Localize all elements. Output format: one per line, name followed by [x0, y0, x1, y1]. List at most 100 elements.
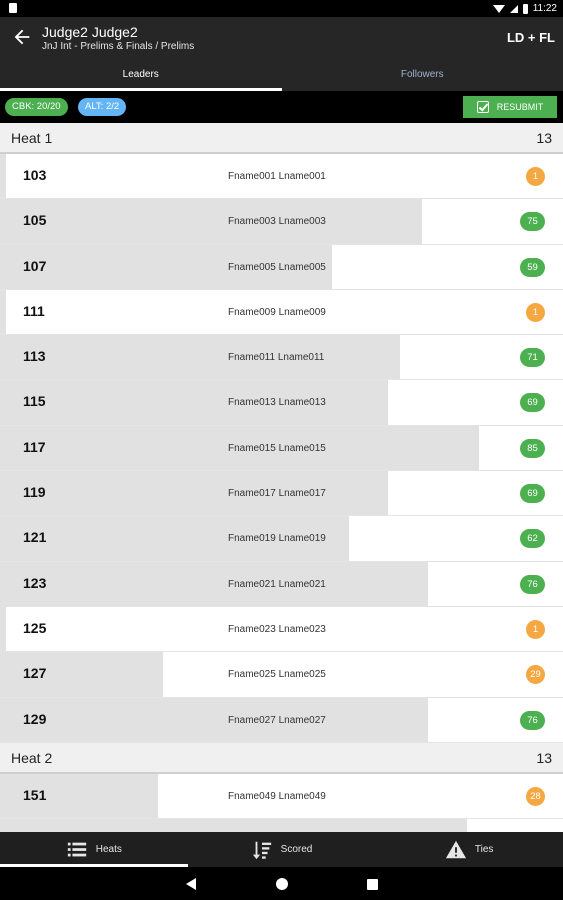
system-nav-bar: [0, 867, 563, 900]
score-badge: 71: [520, 348, 545, 368]
score-badge: 1: [526, 302, 545, 322]
competitor-name: Fname013 Lname013: [228, 397, 326, 409]
score-badge: 59: [520, 257, 545, 277]
score-fill-bar: [0, 819, 467, 832]
resubmit-button[interactable]: RESUBMIT: [463, 96, 557, 118]
role-label: LD + FL: [506, 30, 555, 45]
competitor-row[interactable]: 119 Fname017 Lname017 69: [0, 471, 563, 517]
status-bar: 11:22: [0, 0, 563, 17]
heat-header: Heat 1 13: [0, 123, 563, 154]
heat-title: Heat 1: [11, 130, 53, 146]
competitor-name: Fname023 Lname023: [228, 623, 326, 635]
bib-number: 119: [23, 484, 46, 501]
heat-title: Heat 2: [11, 749, 53, 766]
score-fill-bar: [0, 697, 428, 742]
wifi-icon: [492, 4, 505, 13]
score-fill-bar: [0, 154, 6, 199]
alternate-count-chip: ALT: 2/2: [78, 98, 127, 116]
system-back-icon[interactable]: [186, 878, 196, 890]
score-badge: 76: [520, 574, 545, 594]
bib-number: 129: [23, 710, 47, 727]
competitor-name: Fname019 Lname019: [228, 533, 326, 545]
score-badge: 29: [526, 665, 545, 685]
competitor-row[interactable]: 121 Fname019 Lname019 62: [0, 516, 563, 562]
score-badge: 69: [520, 393, 545, 413]
checkbox-icon: [476, 101, 489, 113]
battery-icon: [522, 3, 528, 14]
heat-list[interactable]: Heat 1 13 103 Fname001 Lname001 1 105 Fname003…: [0, 123, 563, 832]
bib-number: 107: [23, 257, 47, 274]
competitor-row[interactable]: 103 Fname001 Lname001 1: [0, 154, 563, 200]
back-arrow-icon[interactable]: [11, 26, 33, 48]
score-badge: 69: [520, 484, 545, 504]
competitor-name: Fname017 Lname017: [228, 488, 326, 500]
competitor-row[interactable]: 129 Fname027 Lname027 76: [0, 697, 563, 743]
bib-number: 103: [23, 167, 47, 183]
score-badge: 62: [520, 529, 545, 549]
callback-count-chip: CBK: 20/20: [5, 98, 68, 116]
competitor-row[interactable]: 113 Fname011 Lname011 71: [0, 335, 563, 381]
resubmit-label: RESUBMIT: [496, 102, 544, 112]
competitor-name: Fname011 Lname011: [228, 352, 325, 364]
list-icon: [67, 842, 86, 856]
bottom-nav: Heats Scored Ties: [0, 832, 563, 867]
heat-count: 13: [536, 749, 552, 766]
bib-number: 115: [23, 393, 46, 410]
competitor-name: Fname049 Lname049: [228, 790, 326, 802]
competitor-name: Fname005 Lname005: [228, 261, 326, 273]
competitor-row[interactable]: 107 Fname005 Lname005 59: [0, 244, 563, 290]
nav-ties[interactable]: Ties: [375, 832, 563, 867]
score-badge: 76: [520, 710, 545, 730]
score-badge: 28: [526, 786, 545, 806]
page-subtitle: JnJ Int - Prelims & Finals / Prelims: [42, 41, 195, 52]
heat-count: 13: [536, 130, 552, 146]
competitor-row[interactable]: 125 Fname023 Lname023 1: [0, 606, 563, 653]
competitor-row[interactable]: 123 Fname021 Lname021 76: [0, 561, 563, 607]
competitor-name: Fname009 Lname009: [228, 306, 326, 318]
nav-scored-label: Scored: [280, 844, 313, 855]
notification-icon: [9, 3, 17, 13]
competitor-row[interactable]: 127 Fname025 Lname025 29: [0, 652, 563, 698]
score-badge: 1: [526, 619, 545, 639]
role-tabs: Leaders Followers: [0, 58, 563, 91]
competitor-name: Fname001 Lname001: [228, 171, 326, 182]
score-fill-bar: [0, 471, 388, 516]
competitor-row[interactable]: 151 Fname049 Lname049 28: [0, 773, 563, 820]
score-badge: 75: [520, 212, 545, 232]
bib-number: 105: [23, 212, 47, 229]
warning-icon: [445, 840, 466, 858]
tab-followers[interactable]: Followers: [282, 58, 563, 91]
nav-scored[interactable]: Scored: [188, 832, 376, 867]
system-home-icon[interactable]: [276, 878, 288, 890]
bib-number: 121: [23, 529, 47, 546]
app-bar: Judge2 Judge2 JnJ Int - Prelims & Finals…: [0, 17, 563, 58]
competitor-name: Fname003 Lname003: [228, 216, 326, 228]
cellular-icon: [509, 4, 518, 13]
competitor-row[interactable]: 115 Fname013 Lname013 69: [0, 380, 563, 426]
competitor-name: Fname025 Lname025: [228, 669, 326, 681]
heat-header: Heat 2 13: [0, 742, 563, 774]
competitor-row[interactable]: [0, 819, 563, 832]
system-recents-icon[interactable]: [367, 879, 378, 890]
score-badge: 85: [520, 438, 545, 458]
competitor-row[interactable]: 117 Fname015 Lname015 85: [0, 425, 563, 472]
page-title: Judge2 Judge2: [42, 24, 138, 40]
competitor-row[interactable]: 111 Fname009 Lname009 1: [0, 289, 563, 336]
nav-heats-label: Heats: [95, 844, 122, 855]
competitor-name: Fname021 Lname021: [228, 578, 326, 590]
nav-ties-label: Ties: [474, 844, 494, 855]
bib-number: 111: [23, 302, 45, 319]
summary-bar: CBK: 20/20 ALT: 2/2 RESUBMIT: [0, 91, 563, 123]
score-fill-bar: [0, 335, 400, 380]
bib-number: 113: [23, 348, 46, 365]
bib-number: 117: [23, 438, 46, 455]
bib-number: 151: [23, 786, 47, 803]
tab-leaders[interactable]: Leaders: [0, 58, 282, 91]
score-fill-bar: [0, 606, 6, 652]
competitor-row[interactable]: 105 Fname003 Lname003 75: [0, 199, 563, 245]
bib-number: 127: [23, 665, 47, 682]
bib-number: 123: [23, 574, 47, 591]
bib-number: 125: [23, 619, 47, 636]
nav-heats[interactable]: Heats: [0, 832, 188, 867]
sort-icon: [252, 841, 271, 859]
